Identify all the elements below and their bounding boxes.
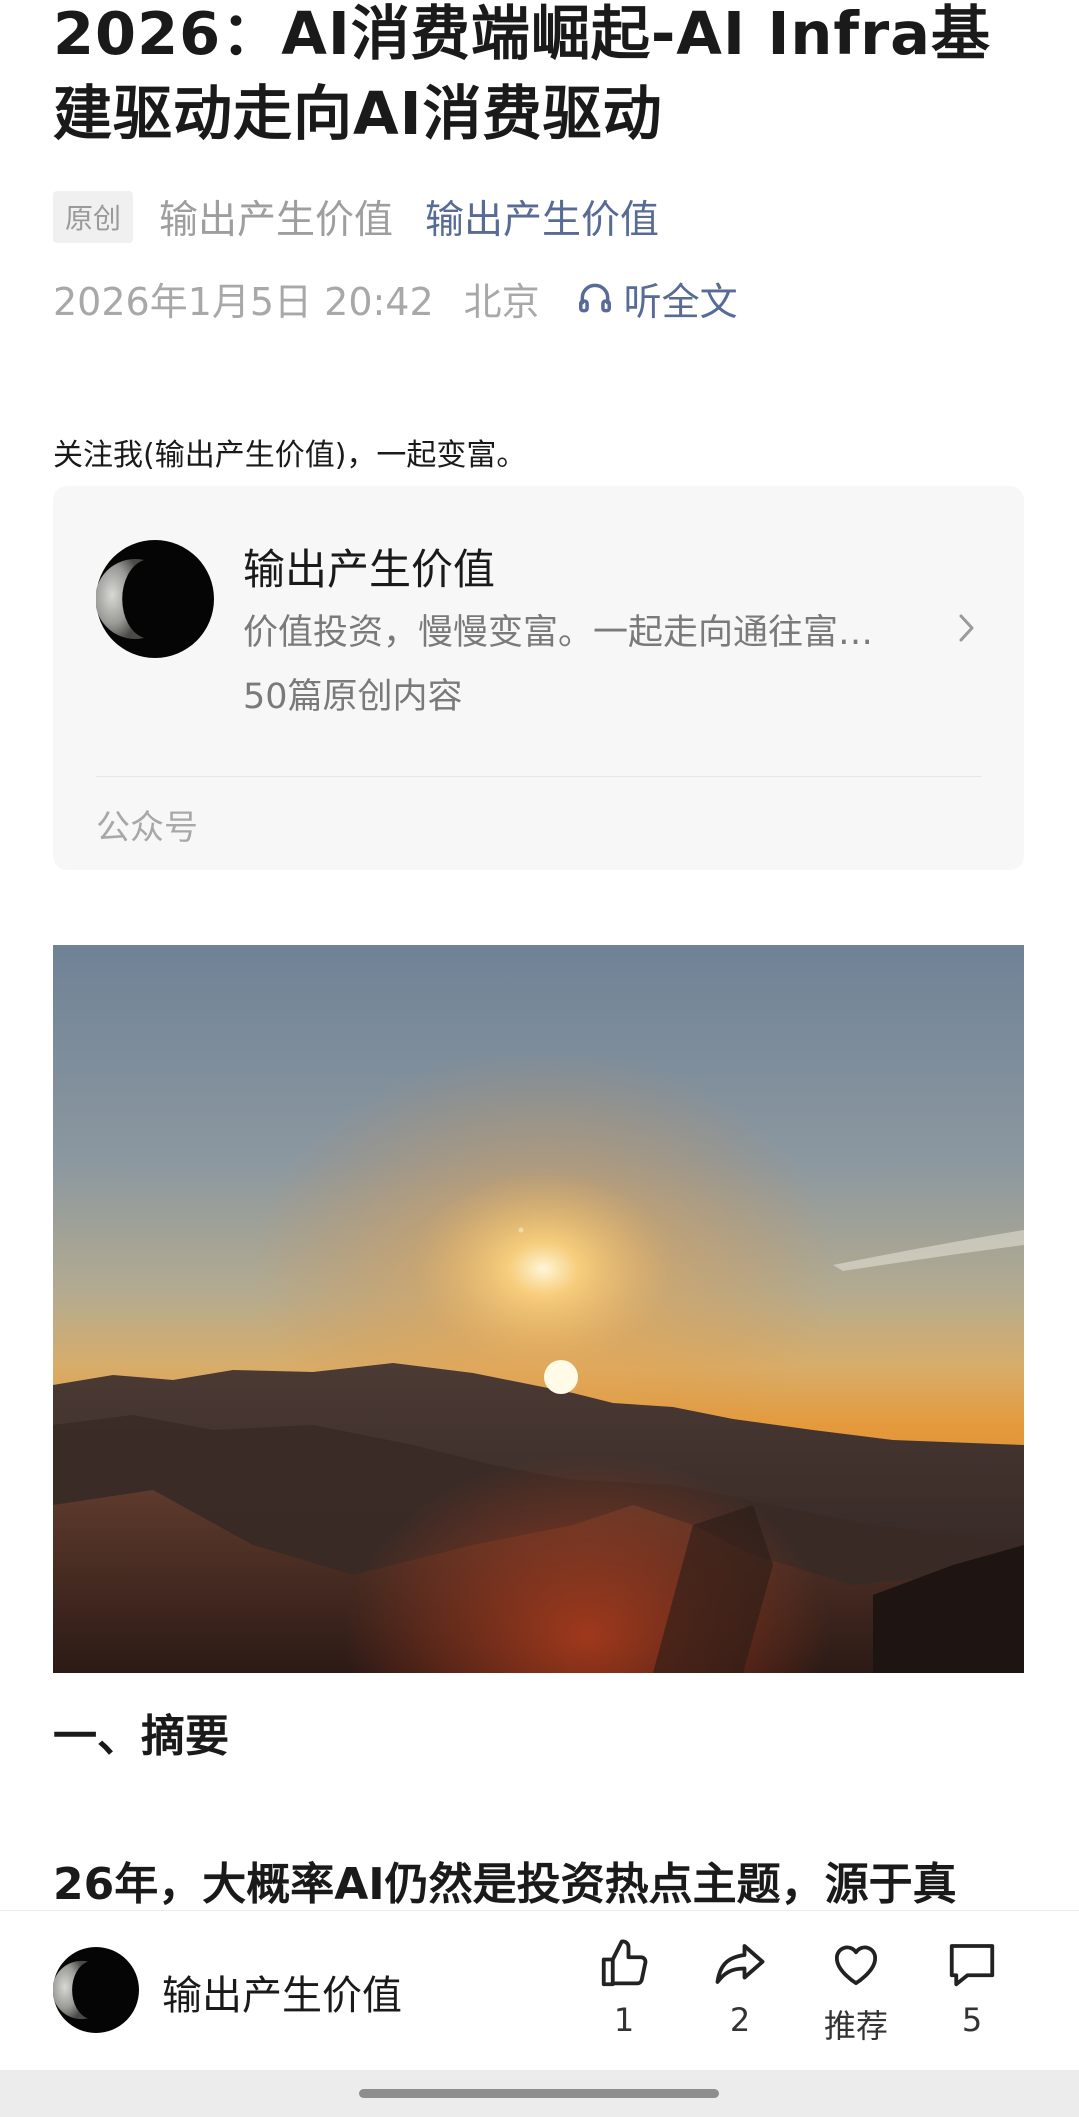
comment-icon [949,1944,995,1987]
article-meta: 原创 输出产生价值 输出产生价值 [53,190,659,244]
account-description: 价值投资，慢慢变富。一起走向通往富… [243,613,874,653]
account-name: 输出产生价值 [243,545,496,594]
like-button[interactable]: 1 [574,1937,674,2039]
thumbs-up-icon [601,1939,648,1987]
share-button[interactable]: 2 [690,1937,790,2039]
listen-label: 听全文 [623,279,738,324]
publish-location: 北京 [463,279,540,324]
comment-count: 5 [961,2001,983,2039]
article-title: 2026：AI消费端崛起-AI Infra基建驱动走向AI消费驱动 [53,0,991,148]
original-badge: 原创 [53,191,134,243]
recommend-label: 推荐 [823,2007,888,2045]
article-paragraph: 26年，大概率AI仍然是投资热点主题，源于真 [53,1859,957,1910]
follow-text: 关注我(输出产生价值)，一起变富。 [53,438,527,473]
comment-button[interactable]: 5 [922,1937,1022,2039]
bottom-account-name[interactable]: 输出产生价值 [162,1963,402,2021]
account-card[interactable]: 输出产生价值 价值投资，慢慢变富。一起走向通往富… 50篇原创内容 公众号 [53,486,1024,870]
account-avatar [95,540,214,658]
article-publish-info: 2026年1月5日 20:42 北京 听全文 [53,270,738,326]
bottom-action-bar: 输出产生价值 1 2 推荐 5 [0,1910,1079,2071]
share-arrow-icon [715,1944,765,1984]
account-post-count: 50篇原创内容 [243,677,463,717]
system-navigation-area [0,2070,1079,2117]
recommend-button[interactable]: 推荐 [806,1937,906,2047]
like-count: 1 [613,2001,635,2039]
chevron-right-icon [959,614,974,642]
heart-icon [834,1945,878,1986]
headphones-icon [578,283,611,313]
home-indicator[interactable] [359,2089,719,2098]
listen-button[interactable]: 听全文 [576,271,738,326]
section-heading: 一、摘要 [53,1711,229,1762]
account-type-label: 公众号 [96,808,198,848]
article-cover-image[interactable] [53,945,1024,1673]
author-name: 输出产生价值 [159,198,394,243]
share-count: 2 [729,2001,751,2039]
publish-datetime: 2026年1月5日 20:42 [53,279,434,324]
account-link[interactable]: 输出产生价值 [425,189,659,245]
card-divider [96,776,981,777]
bottom-account-avatar[interactable] [52,1947,139,2033]
